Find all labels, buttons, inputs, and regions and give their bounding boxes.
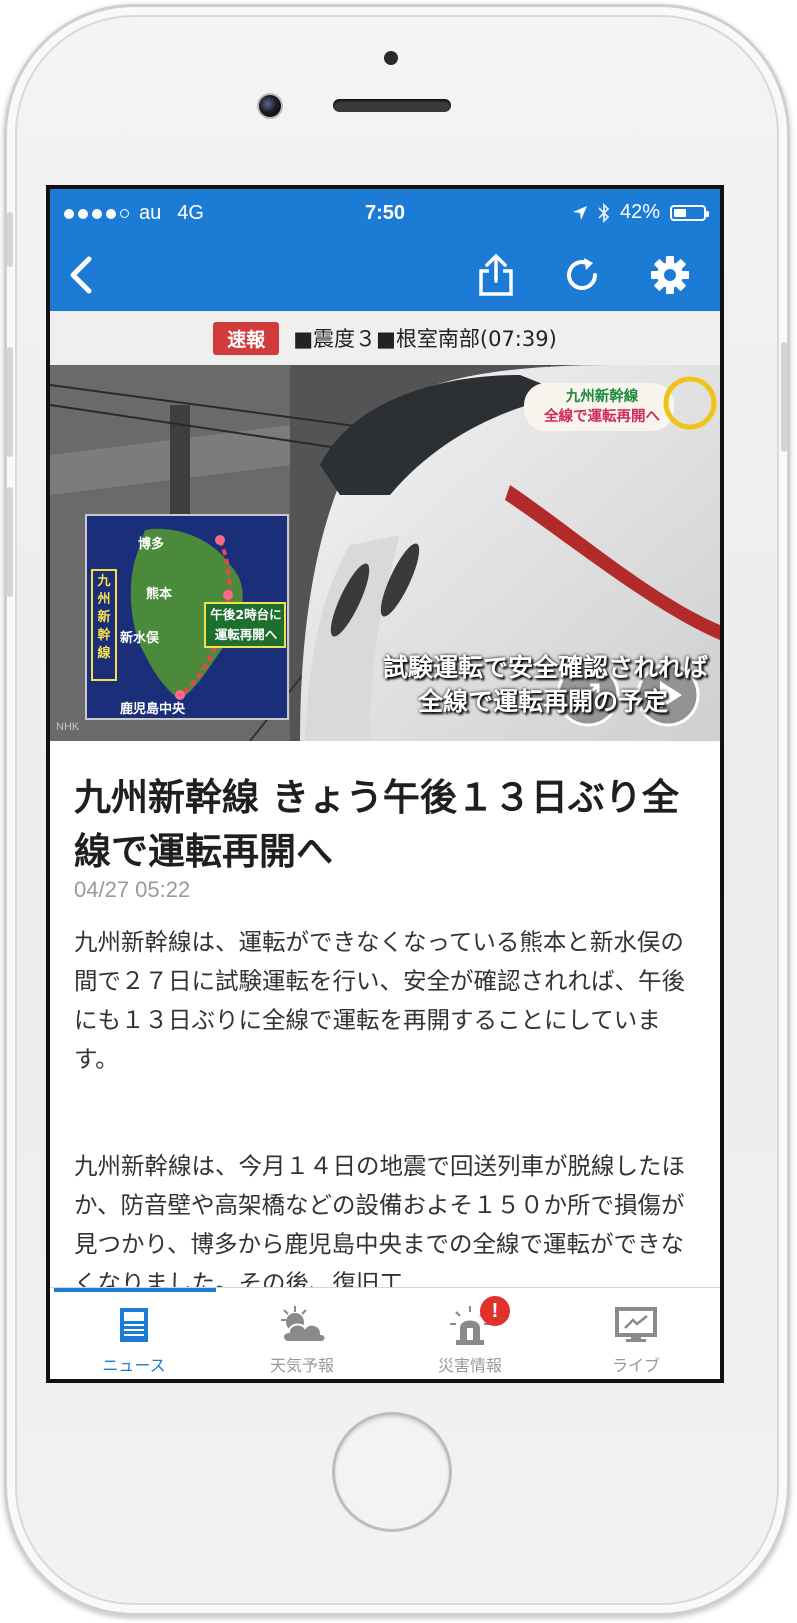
video-caption-bottom: 試験運転で安全確認されれば 全線で運転再開の予定	[308, 651, 708, 719]
status-bar: au 4G 7:50 42%	[50, 189, 720, 239]
refresh-button[interactable]	[560, 253, 604, 297]
video-caption-top-line2: 全線で運転再開へ	[544, 409, 660, 425]
breaking-news-ticker[interactable]: 速報 ■震度３■根室南部(07:39)	[50, 311, 720, 366]
chevron-left-icon	[70, 256, 92, 294]
breaking-badge: 速報	[213, 321, 280, 355]
map-callout-line1: 午後2時台に	[210, 607, 282, 622]
tab-news-label: ニュース	[102, 1356, 166, 1375]
article-paragraph: 九州新幹線は、今月１４日の地震で回送列車が脱線したほか、防音壁や高架橋などの設備…	[74, 1152, 685, 1287]
tab-live[interactable]: ライブ	[552, 1296, 720, 1378]
mute-switch	[7, 212, 13, 267]
video-caption-bottom-line2: 全線で運転再開の予定	[417, 687, 668, 716]
proximity-sensor	[384, 51, 398, 65]
map-station-kagoshima: 鹿児島中央	[120, 702, 186, 717]
share-icon	[479, 253, 513, 296]
article-paragraph: 九州新幹線は、運転ができなくなっている熊本と新水俣の間で２７日に試験運転を行い、…	[74, 928, 685, 1073]
video-caption-top-line1: 九州新幹線	[565, 389, 639, 405]
weather-icon	[281, 1306, 327, 1343]
map-title: 九州新幹線	[97, 574, 111, 661]
nhk-watermark: NHK	[56, 721, 80, 733]
map-callout: 午後2時台に 運転再開へ	[208, 605, 284, 645]
map-station-kumamoto: 熊本	[146, 587, 173, 602]
volume-up-button	[7, 347, 13, 457]
map-callout-line2: 運転再開へ	[214, 627, 278, 642]
gear-icon	[651, 256, 689, 294]
ticker-text: ■震度３■根室南部(07:39)	[293, 327, 557, 351]
tab-disaster-label: 災害情報	[437, 1356, 502, 1375]
active-tab-indicator	[54, 1288, 216, 1292]
tab-live-label: ライブ	[611, 1356, 660, 1375]
refresh-icon	[567, 258, 597, 291]
video-caption-top: 九州新幹線 全線で運転再開へ	[532, 387, 672, 427]
disaster-alert-badge: !	[480, 1296, 510, 1326]
location-arrow-icon	[572, 205, 587, 220]
share-button[interactable]	[474, 253, 518, 297]
power-button	[781, 342, 787, 452]
article-headline: 九州新幹線 きょう午後１３日ぶり全線で運転再開へ	[74, 776, 679, 873]
tv-icon	[615, 1307, 657, 1342]
screen: au 4G 7:50 42% 速報 ■震度３■根室南部(07:39) 九州新幹線…	[46, 185, 724, 1383]
newspaper-icon	[120, 1308, 148, 1342]
video-caption-bottom-line1: 試験運転で安全確認されれば	[382, 653, 708, 682]
navigation-bar	[50, 239, 720, 311]
battery-icon	[670, 204, 709, 221]
article: 九州新幹線 きょう午後１３日ぶり全線で運転再開へ 04/27 05:22 九州新…	[50, 741, 720, 1287]
settings-button[interactable]	[648, 253, 692, 297]
article-date: 04/27 05:22	[74, 877, 191, 902]
tab-weather-label: 天気予報	[269, 1356, 334, 1375]
home-button[interactable]	[332, 1412, 452, 1532]
bluetooth-icon	[598, 202, 610, 223]
volume-down-button	[7, 487, 13, 597]
tab-bar: ニュース 天気予報 ! 災害情報 ライブ	[50, 1287, 720, 1379]
back-button[interactable]	[60, 253, 104, 297]
news-video[interactable]: 九州新幹線 全線で運転再開へ 九州新幹線 博多 熊本 新水俣 鹿児島中央 午後2…	[50, 365, 720, 741]
map-station-shinminamata: 新水俣	[120, 631, 160, 646]
battery-percent: 42%	[619, 201, 660, 223]
tab-news[interactable]: ニュース	[50, 1296, 218, 1378]
front-camera	[257, 93, 283, 119]
map-station-hakata: 博多	[138, 537, 165, 552]
tab-disaster[interactable]: ! 災害情報	[386, 1296, 554, 1378]
earpiece-speaker	[333, 99, 451, 112]
tab-weather[interactable]: 天気予報	[218, 1296, 386, 1378]
